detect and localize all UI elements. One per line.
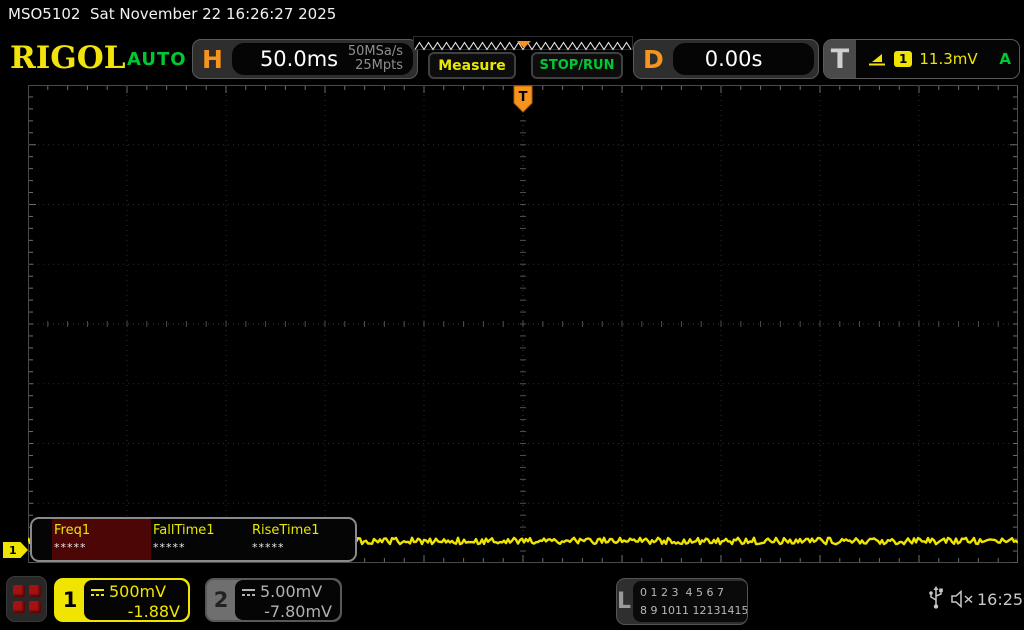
horizontal-label: H <box>193 45 232 74</box>
memory-waveform-overview[interactable] <box>413 36 633 50</box>
measurement-item-risetime1[interactable]: RiseTime1 ***** <box>250 519 349 560</box>
measurement-panel: Freq1 ***** FallTime1 ***** RiseTime1 **… <box>30 517 357 562</box>
trigger-label: T <box>824 40 856 78</box>
trigger-settings-block[interactable]: T 1 11.3mV A <box>823 39 1020 79</box>
horizontal-values: 50.0ms 50MSa/s 25Mpts <box>232 43 413 75</box>
channel1-number: 1 <box>56 580 84 620</box>
measurement-item-falltime1[interactable]: FallTime1 ***** <box>151 519 250 560</box>
trigger-source-badge: 1 <box>894 51 912 67</box>
measurement-value: ***** <box>252 541 349 554</box>
logic-row-1: 0 1 2 3 4 5 6 7 <box>640 584 748 602</box>
measure-button-label: Measure <box>438 58 506 74</box>
logic-channels-block[interactable]: L 0 1 2 3 4 5 6 7 8 9 1011 12131415 <box>616 578 748 625</box>
trigger-sweep-mode: A <box>999 50 1011 68</box>
mode-badge: AUTO <box>127 49 187 70</box>
trigger-values: 1 11.3mV A <box>856 40 1019 78</box>
logic-channel-list: 0 1 2 3 4 5 6 7 8 9 1011 12131415 <box>633 581 748 622</box>
channel1-scale: 500mV <box>109 582 166 602</box>
channel2-status-block[interactable]: 2 5.00mV -7.80mV <box>205 578 342 622</box>
dc-coupling-icon <box>241 588 256 597</box>
delay-settings-block[interactable]: D 0.00s <box>633 39 819 79</box>
channel1-offset: -1.88V <box>90 602 180 622</box>
channel2-number: 2 <box>207 580 235 620</box>
measurement-value: ***** <box>153 541 250 554</box>
trigger-level-value: 11.3mV <box>919 50 977 68</box>
rigol-logo: RIGOL <box>10 40 126 76</box>
acquisition-rates: 50MSa/s 25Mpts <box>348 45 403 72</box>
svg-text:T: T <box>519 90 528 105</box>
usb-icon <box>928 586 944 610</box>
measurement-value: ***** <box>54 541 151 554</box>
measurement-label: Freq1 <box>54 523 151 538</box>
memory-depth: 25Mpts <box>355 58 403 73</box>
menu-button[interactable] <box>6 576 47 622</box>
channel2-scale: 5.00mV <box>260 582 322 602</box>
delay-value: 0.00s <box>705 47 763 71</box>
channel1-status-block[interactable]: 1 500mV -1.88V <box>54 578 190 622</box>
measurement-item-freq1[interactable]: Freq1 ***** <box>52 519 151 560</box>
menu-button-icon <box>13 601 25 613</box>
stop-run-button[interactable]: STOP/RUN <box>531 52 623 79</box>
channel1-marker-label: 1 <box>9 544 17 557</box>
timebase-value: 50.0ms <box>260 47 338 71</box>
measure-button[interactable]: Measure <box>428 52 516 79</box>
channel2-values: 5.00mV -7.80mV <box>235 580 340 620</box>
trigger-position-marker: T <box>514 86 532 112</box>
graticule: T <box>28 85 1018 563</box>
clock: 16:25 <box>977 590 1023 609</box>
measurement-label: FallTime1 <box>153 523 250 538</box>
menu-button-icon <box>29 601 41 613</box>
delay-label: D <box>634 45 673 74</box>
delay-values: 0.00s <box>673 43 814 75</box>
oscilloscope-screen: MSO5102 Sat November 22 16:26:27 2025 RI… <box>0 0 1024 630</box>
model-datetime: MSO5102 Sat November 22 16:26:27 2025 <box>8 5 336 23</box>
menu-button-icon <box>13 585 25 597</box>
channel1-values: 500mV -1.88V <box>84 580 188 620</box>
logic-label: L <box>617 579 631 624</box>
speaker-muted-icon[interactable] <box>950 590 975 608</box>
stop-run-button-label: STOP/RUN <box>539 58 614 73</box>
horizontal-settings-block[interactable]: H 50.0ms 50MSa/s 25Mpts <box>192 39 418 79</box>
menu-button-icon <box>29 585 41 597</box>
edge-trigger-icon <box>868 52 887 67</box>
dc-coupling-icon <box>90 588 105 597</box>
measurement-label: RiseTime1 <box>252 523 349 538</box>
zigzag-waveform-icon <box>414 40 632 52</box>
logic-row-2: 8 9 1011 12131415 <box>640 602 748 620</box>
channel1-ground-marker[interactable]: 1 <box>3 542 28 558</box>
channel2-offset: -7.80mV <box>241 602 332 622</box>
